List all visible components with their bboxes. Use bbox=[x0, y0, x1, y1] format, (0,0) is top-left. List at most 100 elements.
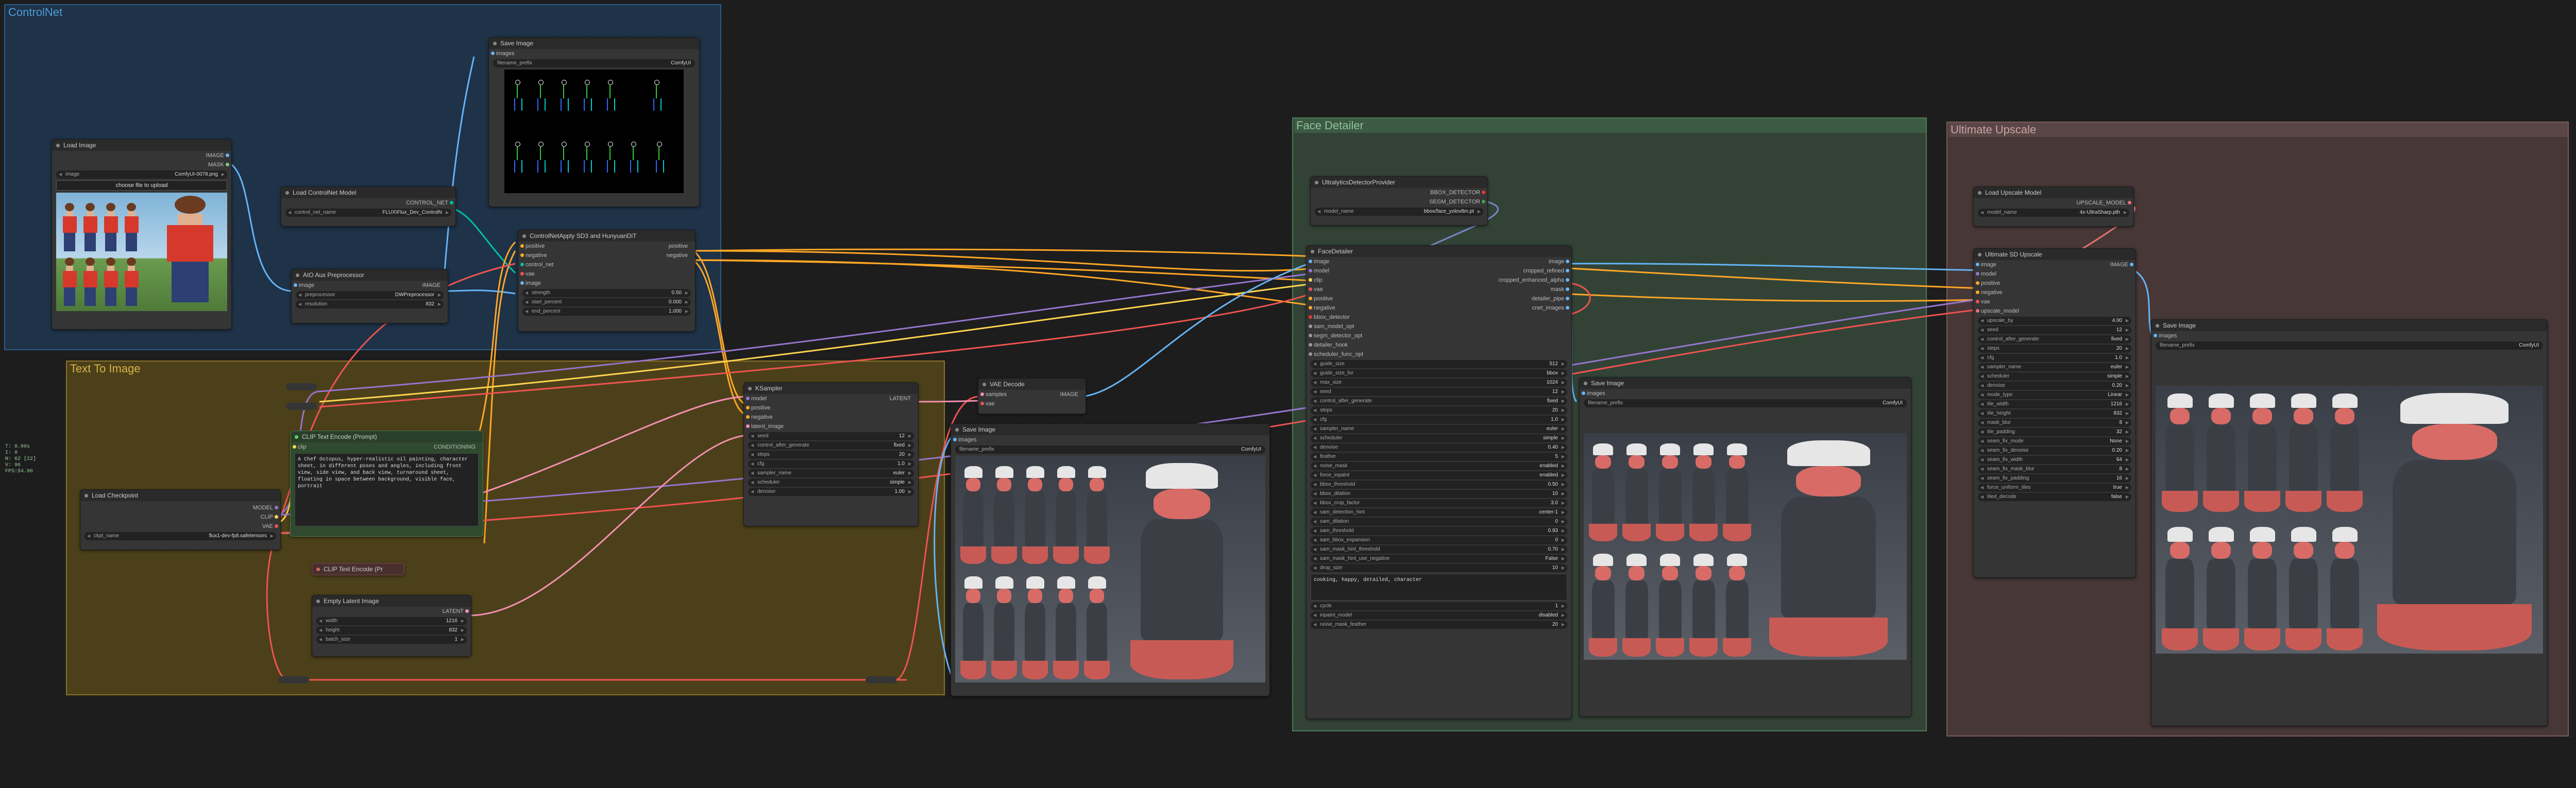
collapse-dot-icon[interactable] bbox=[2156, 324, 2159, 328]
io-row[interactable]: vae mask bbox=[1307, 285, 1571, 294]
input-slot-icon[interactable] bbox=[1309, 334, 1312, 337]
bbox-dilation-widget[interactable]: bbox_dilation10 bbox=[1311, 490, 1567, 498]
sampler-name-widget[interactable]: sampler_nameeuler bbox=[1311, 425, 1567, 433]
sam-mask-hint-threshold-widget[interactable]: sam_mask_hint_threshold0.70 bbox=[1311, 545, 1567, 554]
batch-size-stepper[interactable]: batch_size1 bbox=[316, 636, 467, 644]
input-slot-icon[interactable] bbox=[1309, 297, 1312, 300]
node-save-image-face-detailer[interactable]: Save Image images filename_prefix ComfyUI bbox=[1579, 377, 1911, 717]
input-slot-icon[interactable] bbox=[520, 263, 524, 266]
output-control-net[interactable]: CONTROL_NET bbox=[281, 198, 455, 208]
input-slot-icon[interactable] bbox=[294, 283, 297, 287]
scheduler-select[interactable]: schedulersimple bbox=[748, 478, 914, 487]
resolution-stepper[interactable]: resolution832 bbox=[296, 300, 444, 309]
node-title[interactable]: Save Image bbox=[2151, 320, 2547, 331]
input-slot-icon[interactable] bbox=[746, 424, 750, 428]
output-slot-icon[interactable] bbox=[1566, 297, 1569, 300]
input-slot-icon[interactable] bbox=[520, 281, 524, 285]
output-slot-icon[interactable] bbox=[275, 524, 278, 528]
input-slot-icon[interactable] bbox=[1309, 287, 1312, 291]
input-positive[interactable]: positive bbox=[744, 403, 918, 413]
collapse-dot-icon[interactable] bbox=[522, 234, 526, 238]
inpaint-model-widget[interactable]: inpaint_modeldisabled bbox=[1311, 611, 1567, 620]
force-inpaint-widget[interactable]: force_inpaintenabled bbox=[1311, 471, 1567, 479]
input-images[interactable]: images bbox=[489, 49, 699, 58]
collapse-dot-icon[interactable] bbox=[316, 568, 320, 571]
preprocessor-select[interactable]: preprocessorDWPreprocessor bbox=[296, 291, 444, 299]
io-row[interactable]: image IMAGE bbox=[1974, 260, 2136, 269]
filename-prefix-field[interactable]: filename_prefix ComfyUI bbox=[2156, 341, 2543, 350]
ckpt-name-select[interactable]: ckpt_nameflux1-dev-fp8.safetensors bbox=[84, 532, 276, 540]
input-slot-icon[interactable] bbox=[293, 445, 296, 449]
node-load-upscale-model[interactable]: Load Upscale Model UPSCALE_MODEL model_n… bbox=[1973, 186, 2134, 227]
output-vae[interactable]: VAE bbox=[80, 522, 280, 531]
model-name-select[interactable]: model_namebbox/face_yolov8m.pt bbox=[1315, 208, 1483, 216]
image-select[interactable]: imageComfyUI-0078.png bbox=[56, 170, 227, 179]
node-vae-decode[interactable]: VAE Decode samples IMAGE vae bbox=[978, 378, 1086, 414]
input-negative[interactable]: negative bbox=[744, 413, 918, 422]
filename-prefix-field[interactable]: filename_prefix ComfyUI bbox=[955, 446, 1265, 454]
seam-fix-mode-widget[interactable]: seam_fix_modeNone bbox=[1978, 437, 2131, 446]
output-segm-detector[interactable]: SEGM_DETECTOR bbox=[1311, 197, 1487, 207]
denoise-widget[interactable]: denoise0.40 bbox=[1311, 443, 1567, 452]
input-latent-image[interactable]: latent_image bbox=[744, 422, 918, 431]
io-row[interactable]: vae bbox=[1974, 297, 2136, 306]
node-aio-preprocessor[interactable]: AIO Aux Preprocessor imageIMAGE preproce… bbox=[291, 269, 448, 323]
node-title[interactable]: Load Upscale Model bbox=[1974, 187, 2133, 198]
output-slot-icon[interactable] bbox=[450, 201, 453, 204]
collapse-dot-icon[interactable] bbox=[296, 273, 299, 277]
node-title[interactable]: FaceDetailer bbox=[1307, 246, 1571, 257]
feather-widget[interactable]: feather5 bbox=[1311, 453, 1567, 461]
sam-threshold-widget[interactable]: sam_threshold0.93 bbox=[1311, 527, 1567, 535]
sam-bbox-expansion-widget[interactable]: sam_bbox_expansion0 bbox=[1311, 536, 1567, 544]
input-slot-icon[interactable] bbox=[1582, 391, 1585, 395]
upscale-by-widget[interactable]: upscale_by4.00 bbox=[1978, 317, 2131, 325]
input-clip[interactable]: clip CONDITIONING bbox=[291, 442, 483, 452]
filename-prefix-field[interactable]: filename_prefix ComfyUI bbox=[1584, 399, 1907, 407]
filename-prefix-field[interactable]: filename_prefix ComfyUI bbox=[493, 59, 695, 67]
node-load-checkpoint[interactable]: Load Checkpoint MODEL CLIP VAE ckpt_name… bbox=[80, 489, 281, 550]
denoise-widget[interactable]: denoise0.20 bbox=[1978, 382, 2131, 390]
input-model[interactable]: model LATENT bbox=[744, 394, 918, 403]
tile-height-widget[interactable]: tile_height832 bbox=[1978, 409, 2131, 418]
node-empty-latent-image[interactable]: Empty Latent Image LATENT width1216 heig… bbox=[312, 595, 471, 657]
input-slot-icon[interactable] bbox=[1976, 300, 1979, 303]
output-slot-icon[interactable] bbox=[275, 506, 278, 509]
node-title[interactable]: Save Image bbox=[1580, 378, 1911, 389]
node-title[interactable]: Save Image bbox=[489, 38, 699, 49]
node-save-image-upscale[interactable]: Save Image images filename_prefix ComfyUI bbox=[2151, 319, 2548, 726]
input-slot-icon[interactable] bbox=[491, 52, 495, 55]
control-after-generate-select[interactable]: control_after_generatefixed bbox=[748, 441, 914, 450]
output-slot-icon[interactable] bbox=[275, 515, 278, 519]
output-image[interactable]: IMAGE bbox=[52, 151, 231, 160]
width-stepper[interactable]: width1216 bbox=[316, 617, 467, 625]
collapse-dot-icon[interactable] bbox=[1978, 253, 1981, 256]
seed-widget[interactable]: seed12 bbox=[1978, 326, 2131, 334]
io-row[interactable]: positive detailer_pipe bbox=[1307, 294, 1571, 303]
collapse-dot-icon[interactable] bbox=[1978, 191, 1981, 195]
model-name-select[interactable]: model_name4x-UltraSharp.pth bbox=[1978, 209, 2129, 217]
input-slot-icon[interactable] bbox=[1309, 278, 1312, 282]
input-slot-icon[interactable] bbox=[1309, 269, 1312, 272]
node-title[interactable]: ControlNetApply SD3 and HunyuanDiT bbox=[518, 230, 695, 242]
steps-widget[interactable]: steps20 bbox=[1978, 345, 2131, 353]
seam-fix-width-widget[interactable]: seam_fix_width64 bbox=[1978, 456, 2131, 464]
input-slot-icon[interactable] bbox=[2154, 334, 2157, 337]
sampler-name-widget[interactable]: sampler_nameeuler bbox=[1978, 363, 2131, 371]
tile-padding-widget[interactable]: tile_padding32 bbox=[1978, 428, 2131, 436]
prompt-textarea[interactable]: A Chef Octopus, hyper-realistic oil pain… bbox=[295, 453, 479, 526]
output-bbox-detector[interactable]: BBOX_DETECTOR bbox=[1311, 188, 1487, 197]
node-ultimate-sd-upscale[interactable]: Ultimate SD Upscale image IMAGE model posit… bbox=[1973, 248, 2136, 578]
node-clip-text-encode-positive[interactable]: CLIP Text Encode (Prompt) clip CONDITIONI… bbox=[290, 431, 483, 537]
input-slot-icon[interactable] bbox=[1976, 290, 1979, 294]
wildcard-textarea[interactable]: cooking, happy, detailed, character bbox=[1311, 574, 1567, 601]
cfg-widget[interactable]: cfg1.0 bbox=[1978, 354, 2131, 362]
max-size-widget[interactable]: max_size1024 bbox=[1311, 379, 1567, 387]
input-positive[interactable]: positive positive bbox=[518, 242, 695, 251]
node-controlnet-apply[interactable]: ControlNetApply SD3 and HunyuanDiT posit… bbox=[518, 230, 696, 332]
output-slot-icon[interactable] bbox=[1482, 200, 1485, 203]
input-slot-icon[interactable] bbox=[746, 397, 750, 400]
io-row[interactable]: upscale_model bbox=[1974, 306, 2136, 316]
node-title[interactable]: KSampler bbox=[744, 383, 918, 394]
node-ksampler[interactable]: KSampler model LATENT positive negative l… bbox=[743, 382, 919, 526]
bbox-threshold-widget[interactable]: bbox_threshold0.50 bbox=[1311, 481, 1567, 489]
